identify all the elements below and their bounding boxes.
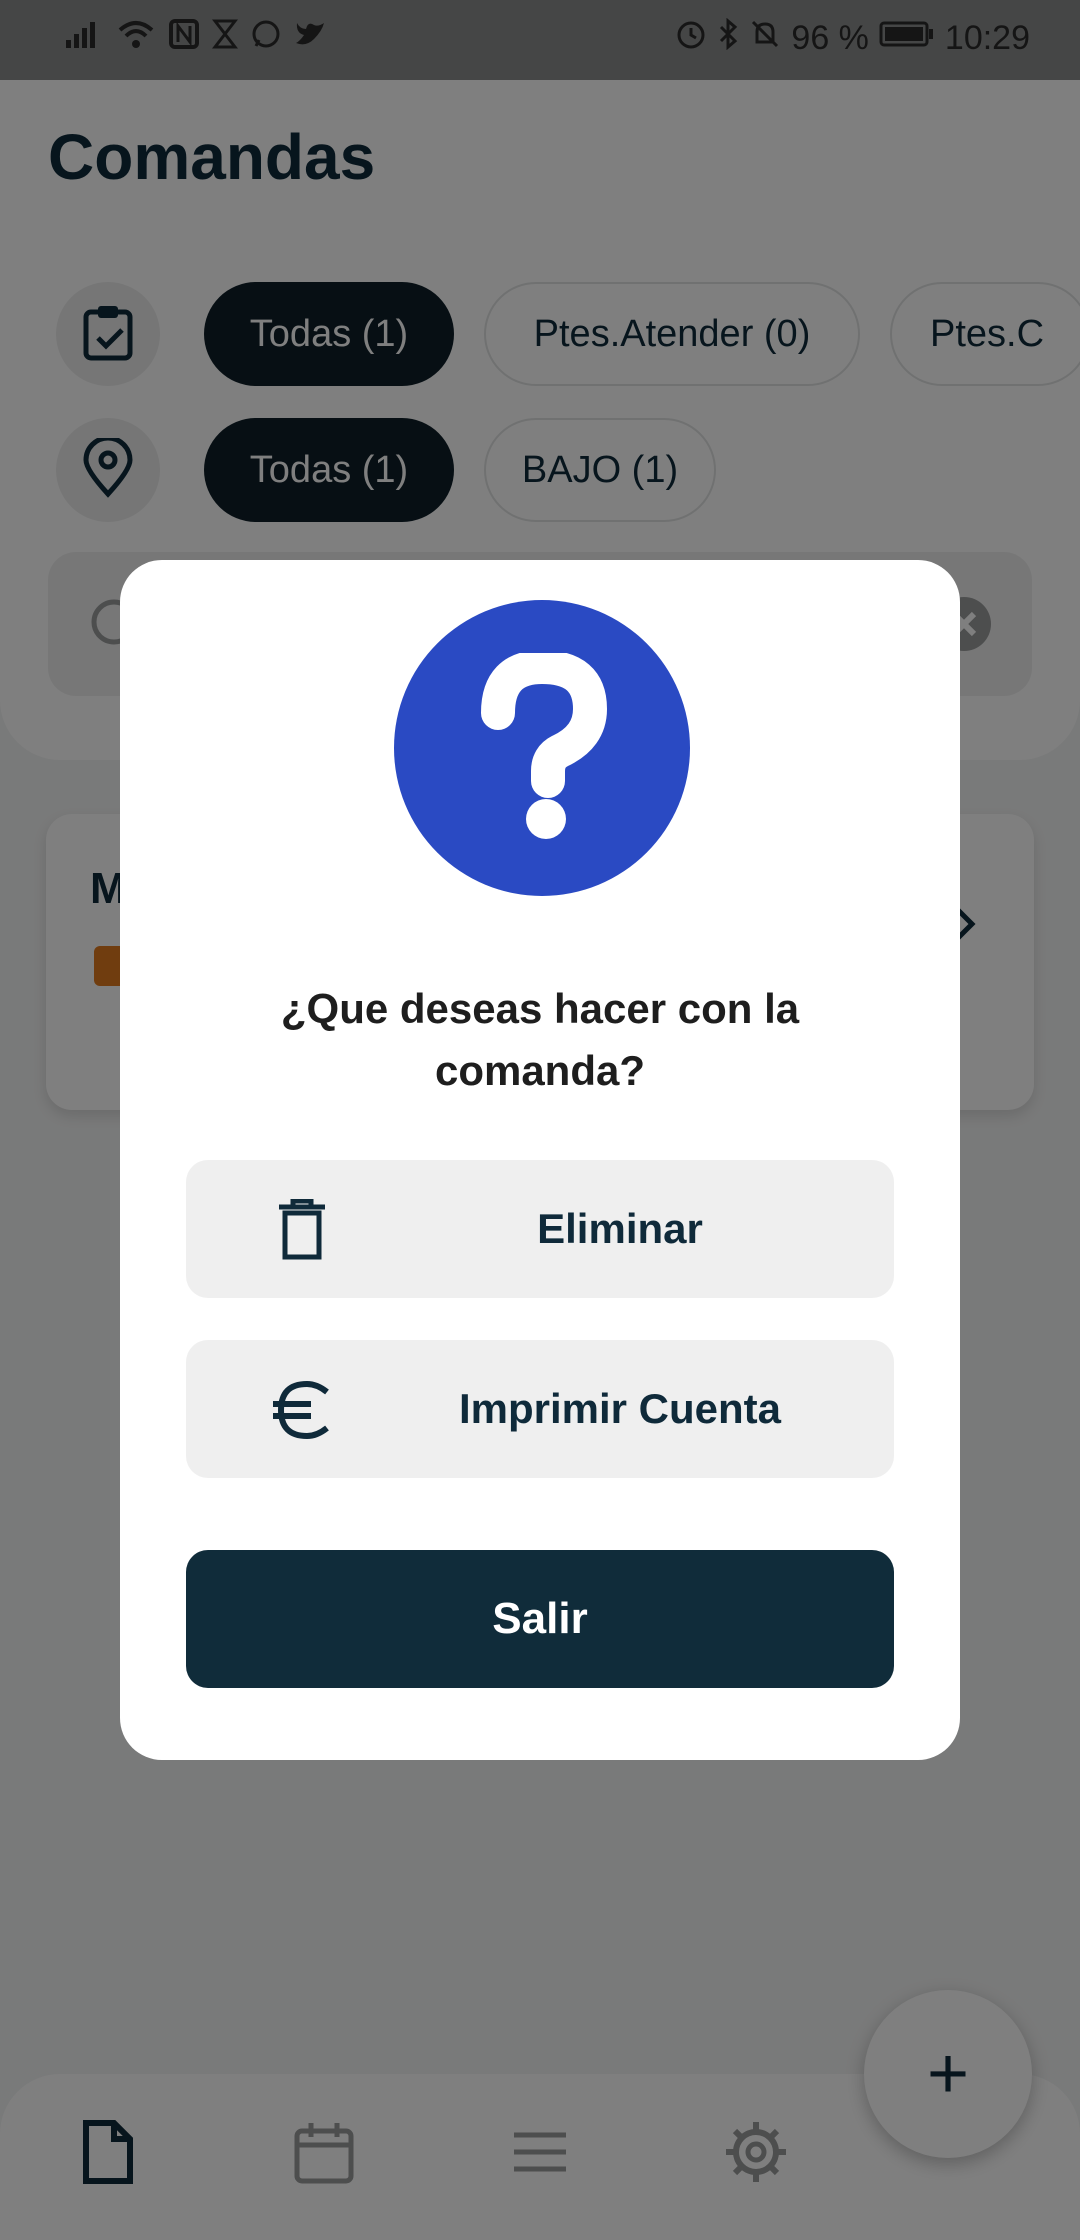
exit-button[interactable]: Salir [186, 1550, 894, 1688]
dialog-title: ¿Que deseas hacer con la comanda? [280, 985, 800, 1094]
order-action-dialog: ¿Que deseas hacer con la comanda? Elimin… [120, 560, 960, 1760]
print-bill-button[interactable]: Imprimir Cuenta [186, 1340, 894, 1478]
question-icon [394, 600, 690, 896]
print-bill-label: Imprimir Cuenta [458, 1385, 782, 1432]
delete-button[interactable]: Eliminar [186, 1160, 894, 1298]
delete-label: Eliminar [537, 1205, 703, 1252]
trash-icon [266, 1194, 338, 1266]
euro-icon [266, 1374, 338, 1446]
